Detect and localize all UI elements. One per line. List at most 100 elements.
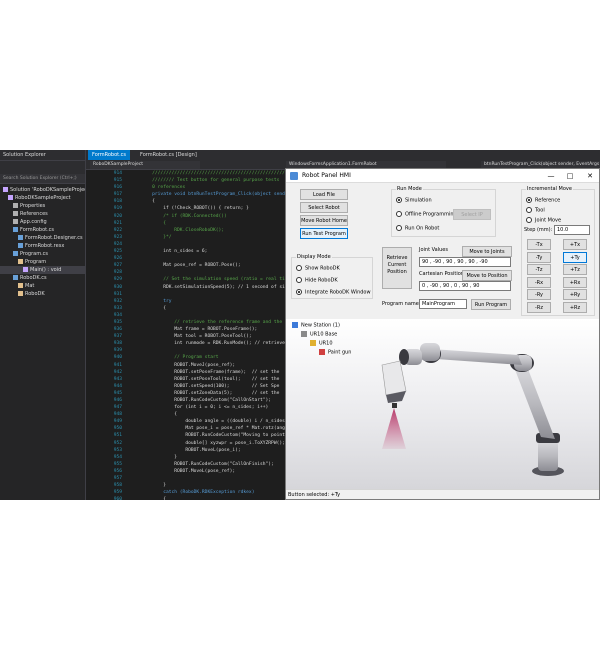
tab-formrobot-design[interactable]: FormRobot.cs [Design] [136, 150, 201, 160]
run-mode-offline-radio[interactable]: Offline Programming [396, 211, 457, 219]
radio-icon [396, 225, 402, 231]
solution-tree-item[interactable]: RoboDK.cs [0, 274, 85, 282]
line-number: 954 [113, 454, 122, 460]
solution-tree-item[interactable]: References [0, 210, 85, 218]
load-file-button[interactable]: Load File [300, 189, 348, 200]
solution-tree-item[interactable]: Solution 'RoboDKSampleProject' (1 projec… [0, 186, 85, 194]
close-icon[interactable]: ✕ [582, 169, 598, 183]
jog-plus-button[interactable]: +Rz [563, 301, 587, 313]
line-number: 927 [113, 263, 122, 269]
select-robot-button[interactable]: Select Robot [300, 202, 348, 213]
station-item-icon [310, 340, 316, 346]
file-icon [18, 283, 23, 288]
solution-tree: Solution 'RoboDKSampleProject' (1 projec… [0, 184, 85, 298]
line-number: 943 [113, 376, 122, 382]
run-mode-on-robot-radio[interactable]: Run On Robot [396, 225, 439, 233]
move-to-position-button[interactable]: Move to Position [462, 270, 512, 281]
solution-tree-item[interactable]: RoboDK [0, 290, 85, 298]
jog-plus-button[interactable]: +Ry [563, 289, 587, 300]
line-number: 940 [113, 355, 122, 361]
solution-explorer-toolbar[interactable] [0, 160, 85, 174]
station-tree-item[interactable]: New Station (1) [292, 322, 340, 330]
solution-tree-item-label: FormRobot.resx [25, 243, 65, 249]
robodk-3d-view[interactable]: New Station (1) UR10 Base UR10 Paint gun [286, 319, 599, 489]
solution-tree-item[interactable]: Main() : void [0, 266, 85, 274]
line-number: 946 [113, 398, 122, 403]
solution-tree-item[interactable]: Properties [0, 202, 85, 210]
retrieve-current-position-button[interactable]: Retrieve Current Position [382, 247, 412, 289]
line-number: 922 [113, 227, 122, 233]
program-name-input[interactable]: MainProgram [419, 299, 467, 309]
jog-minus-button[interactable]: -Rz [527, 301, 551, 313]
station-tree-item[interactable]: UR10 Base [301, 331, 337, 339]
solution-tree-item[interactable]: RoboDKSampleProject [0, 194, 85, 202]
file-icon [18, 243, 23, 248]
robot-scene [381, 343, 564, 476]
station-item-label: UR10 [319, 340, 333, 347]
move-joint-radio[interactable]: Joint Move [526, 217, 561, 225]
solution-tree-item[interactable]: FormRobot.cs [0, 226, 85, 234]
jog-minus-button[interactable]: -Rx [527, 276, 551, 288]
radio-selected-icon [296, 289, 302, 295]
station-item-label: New Station (1) [301, 322, 340, 329]
jog-minus-button[interactable]: -Ty [527, 251, 551, 263]
solution-tree-item[interactable]: Program [0, 258, 85, 266]
solution-explorer: Solution Explorer Search Solution Explor… [0, 150, 86, 500]
solution-tree-item-label: Program.cs [20, 251, 49, 257]
minimize-icon[interactable]: — [543, 169, 559, 183]
jog-plus-button[interactable]: +Tz [563, 264, 587, 275]
line-number: 959 [113, 490, 122, 496]
joint-values-input[interactable]: 90 , -90 , 90 , 90 , 90 , -90 [419, 257, 511, 267]
line-number: 945 [113, 390, 122, 396]
cartesian-position-input[interactable]: 0 , -90 , 90 , 0 , 90 , 90 [419, 281, 511, 291]
jog-plus-button[interactable]: +Ty [563, 251, 587, 263]
move-robot-home-button[interactable]: Move Robot Home [300, 215, 348, 226]
jog-minus-button[interactable]: -Ry [527, 289, 551, 300]
line-number: 956 [113, 468, 122, 474]
station-tree-item[interactable]: UR10 [310, 340, 333, 348]
jog-plus-button[interactable]: +Tx [563, 239, 587, 250]
project-combo[interactable]: RoboDKSampleProject [90, 161, 200, 169]
station-tree-item[interactable]: Paint gun [319, 349, 351, 357]
editor-tab-strip: FormRobot.cs FormRobot.cs [Design] [86, 150, 600, 160]
jog-plus-button[interactable]: +Rx [563, 276, 587, 288]
run-program-button[interactable]: Run Program [471, 299, 511, 310]
solution-tree-item[interactable]: App.config [0, 218, 85, 226]
maximize-icon[interactable]: □ [562, 169, 578, 183]
line-number: 937 [113, 334, 122, 340]
step-input[interactable]: 10.0 [554, 225, 590, 235]
jog-minus-button[interactable]: -Tz [527, 264, 551, 275]
window-title-bar[interactable]: Robot Panel HMI — □ ✕ [286, 169, 599, 183]
solution-search-input[interactable]: Search Solution Explorer (Ctrl+;) [0, 174, 85, 184]
line-number: 915 [113, 178, 122, 184]
solution-tree-item[interactable]: Mat [0, 282, 85, 290]
move-to-joints-button[interactable]: Move to Joints [462, 246, 512, 257]
tab-formrobot-cs[interactable]: FormRobot.cs [88, 150, 131, 160]
display-hide-radio[interactable]: Hide RoboDK [296, 277, 338, 285]
run-test-program-button[interactable]: Run Test Program [300, 228, 348, 239]
display-show-radio[interactable]: Show RoboDK [296, 265, 340, 273]
radio-icon [296, 277, 302, 283]
select-ip-button[interactable]: Select IP [453, 209, 491, 220]
line-number: 955 [113, 461, 122, 467]
solution-tree-item[interactable]: Program.cs [0, 250, 85, 258]
cartesian-position-label: Cartesian Position [419, 271, 464, 277]
line-number: 933 [113, 305, 122, 311]
run-mode-simulation-radio[interactable]: Simulation [396, 197, 432, 205]
move-reference-radio[interactable]: Reference [526, 197, 560, 205]
line-number: 947 [113, 405, 122, 411]
run-mode-on-robot-label: Run On Robot [405, 225, 440, 232]
move-tool-radio[interactable]: Tool [526, 207, 545, 215]
file-icon [13, 211, 18, 216]
solution-tree-item-label: RoboDKSampleProject [15, 195, 71, 201]
radio-selected-icon [396, 197, 402, 203]
solution-tree-item[interactable]: FormRobot.Designer.cs [0, 234, 85, 242]
file-icon [18, 291, 23, 296]
line-number: 952 [113, 440, 122, 446]
solution-tree-item[interactable]: FormRobot.resx [0, 242, 85, 250]
display-integrate-radio[interactable]: Integrate RoboDK Window [296, 289, 371, 297]
line-number: 942 [113, 369, 122, 375]
jog-minus-button[interactable]: -Tx [527, 239, 551, 250]
display-mode-label: Display Mode [296, 254, 332, 261]
line-number: 928 [113, 270, 122, 276]
